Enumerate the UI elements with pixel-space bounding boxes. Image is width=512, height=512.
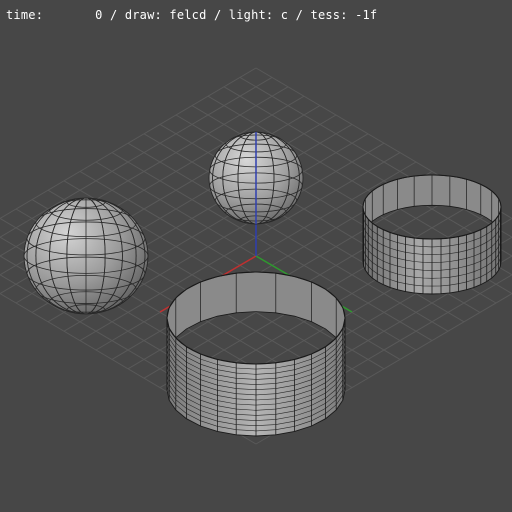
3d-viewport[interactable]: time: 0 / draw: felcd / light: c / tess:… <box>0 0 512 512</box>
scene-canvas[interactable] <box>0 0 512 512</box>
draw-value: felcd <box>169 8 207 22</box>
light-label: light: <box>228 8 274 22</box>
time-value: 0 <box>95 8 103 22</box>
status-line: time: 0 / draw: felcd / light: c / tess:… <box>6 8 378 22</box>
cylinder-right[interactable] <box>362 174 502 295</box>
tess-label: tess: <box>310 8 348 22</box>
draw-label: draw: <box>124 8 162 22</box>
sphere-left[interactable] <box>23 197 149 316</box>
sphere-center[interactable] <box>208 131 304 225</box>
time-label: time: <box>6 8 44 22</box>
cylinder-front[interactable] <box>166 271 346 437</box>
light-value: c <box>280 8 289 22</box>
tess-value: -1f <box>355 8 378 22</box>
